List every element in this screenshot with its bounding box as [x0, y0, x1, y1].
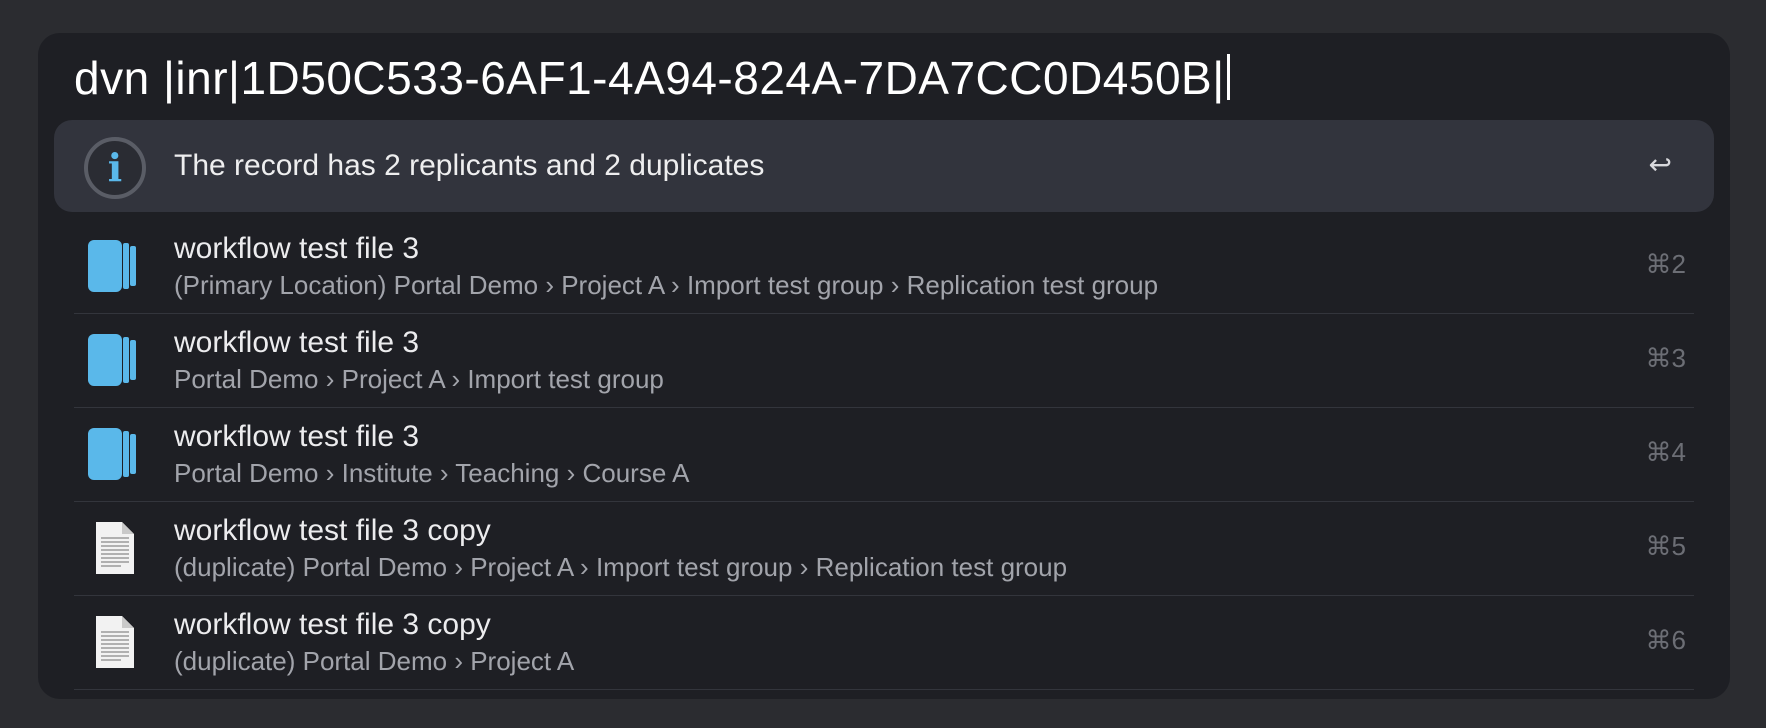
result-shortcut: ⌘2	[1645, 249, 1686, 279]
result-title: workflow test file 3	[174, 326, 420, 359]
info-message: The record has 2 replicants and 2 duplic…	[174, 149, 765, 182]
result-shortcut: ⌘4	[1645, 437, 1686, 467]
return-icon: ↩	[1648, 149, 1672, 180]
replicant-file-icon	[88, 240, 136, 292]
document-icon	[96, 522, 134, 574]
info-result-row[interactable]: i The record has 2 replicants and 2 dupl…	[54, 120, 1714, 212]
result-shortcut: ⌘3	[1645, 343, 1686, 373]
document-icon	[96, 616, 134, 668]
search-query-text: dvn |inr|1D50C533-6AF1-4A94-824A-7DA7CC0…	[74, 52, 1225, 104]
result-path: Portal Demo › Project A › Import test gr…	[174, 364, 664, 394]
result-row[interactable]: workflow test file 3 Portal Demo › Proje…	[74, 314, 1694, 408]
search-panel: dvn |inr|1D50C533-6AF1-4A94-824A-7DA7CC0…	[38, 33, 1730, 699]
result-row[interactable]: workflow test file 3 Portal Demo › Insti…	[74, 408, 1694, 502]
result-shortcut: ⌘6	[1645, 625, 1686, 655]
search-input[interactable]: dvn |inr|1D50C533-6AF1-4A94-824A-7DA7CC0…	[74, 51, 1230, 105]
result-title: workflow test file 3 copy	[174, 608, 491, 641]
result-path: (duplicate) Portal Demo › Project A › Im…	[174, 552, 1068, 582]
result-title: workflow test file 3 copy	[174, 514, 491, 547]
replicant-file-icon	[88, 428, 136, 480]
result-row[interactable]: workflow test file 3 copy (duplicate) Po…	[74, 502, 1694, 596]
result-shortcut: ⌘5	[1645, 531, 1686, 561]
replicant-file-icon	[88, 334, 136, 386]
result-title: workflow test file 3	[174, 232, 420, 265]
info-icon: i	[84, 137, 146, 199]
result-title: workflow test file 3	[174, 420, 420, 453]
result-path: (Primary Location) Portal Demo › Project…	[174, 270, 1159, 300]
result-row[interactable]: workflow test file 3 copy (duplicate) Po…	[74, 596, 1694, 690]
result-row[interactable]: workflow test file 3 (Primary Location) …	[74, 220, 1694, 314]
result-path: (duplicate) Portal Demo › Project A	[174, 646, 575, 676]
text-caret	[1226, 54, 1230, 100]
result-path: Portal Demo › Institute › Teaching › Cou…	[174, 458, 690, 488]
